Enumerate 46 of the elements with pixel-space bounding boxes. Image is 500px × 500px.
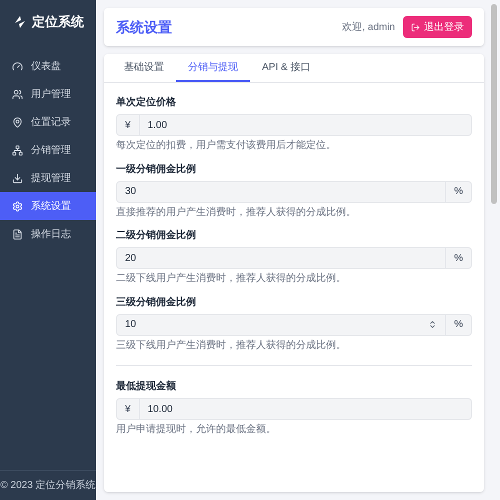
sidebar-item[interactable]: 提现管理 [0, 164, 96, 192]
network-icon [12, 144, 23, 156]
input-field[interactable]: 20 [116, 247, 446, 269]
footer-text: © 2023 定位分销系统 [0, 478, 96, 493]
app-logo-text: 定位系统 [32, 13, 84, 32]
currency-addon: ¥ [116, 398, 140, 420]
document-icon [12, 228, 23, 240]
sidebar-item[interactable]: 操作日志 [0, 220, 96, 248]
input-field[interactable]: 10.00 [140, 398, 472, 420]
download-icon [12, 172, 23, 184]
input-field[interactable]: 10 [116, 314, 446, 336]
field-label: 单次定位价格 [116, 95, 177, 110]
percent-addon: % [446, 180, 472, 202]
help-text: 直接推荐的用户产生消费时，推荐人获得的分成比例。 [116, 206, 357, 219]
sidebar-item[interactable]: 用户管理 [0, 80, 96, 108]
field-label: 最低提现金额 [116, 379, 177, 394]
percent-addon: % [446, 247, 472, 269]
help-text: 每次定位的扣费，用户需支付该费用后才能定位。 [116, 140, 337, 152]
scrollbar[interactable] [491, 4, 497, 204]
input-field[interactable]: 30 [116, 180, 446, 202]
tab[interactable]: API & 接口 [250, 54, 322, 82]
help-text: 用户申请提现时，允许的最低金额。 [116, 424, 277, 436]
logo-icon [12, 14, 28, 30]
tab[interactable]: 分销与提现 [176, 54, 250, 82]
input-field[interactable]: 1.00 [140, 114, 472, 136]
percent-addon: % [446, 314, 472, 336]
gauge-icon [12, 60, 23, 72]
welcome-text: 欢迎, admin [342, 20, 395, 34]
page-title: 系统设置 [116, 18, 172, 36]
map-pin-icon [12, 116, 23, 128]
users-icon [12, 88, 23, 100]
field-label: 三级分销佣金比例 [116, 296, 197, 310]
logout-button[interactable]: 退出登录 [403, 16, 472, 38]
currency-addon: ¥ [116, 114, 140, 136]
settings-icon [12, 200, 23, 212]
sidebar-item[interactable]: 分销管理 [0, 136, 96, 164]
spinner-icon[interactable] [428, 320, 438, 329]
sidebar-item[interactable]: 位置记录 [0, 108, 96, 136]
sidebar-item[interactable]: 系统设置 [0, 192, 96, 220]
field-label: 一级分销佣金比例 [116, 162, 197, 176]
help-text: 二级下线用户产生消费时，推荐人获得的分成比例。 [116, 273, 347, 286]
logout-icon [411, 22, 420, 32]
sidebar-item[interactable]: 仪表盘 [0, 52, 96, 80]
help-text: 三级下线用户产生消费时，推荐人获得的分成比例。 [116, 340, 347, 352]
tab[interactable]: 基础设置 [112, 54, 176, 82]
field-label: 二级分销佣金比例 [116, 228, 197, 243]
